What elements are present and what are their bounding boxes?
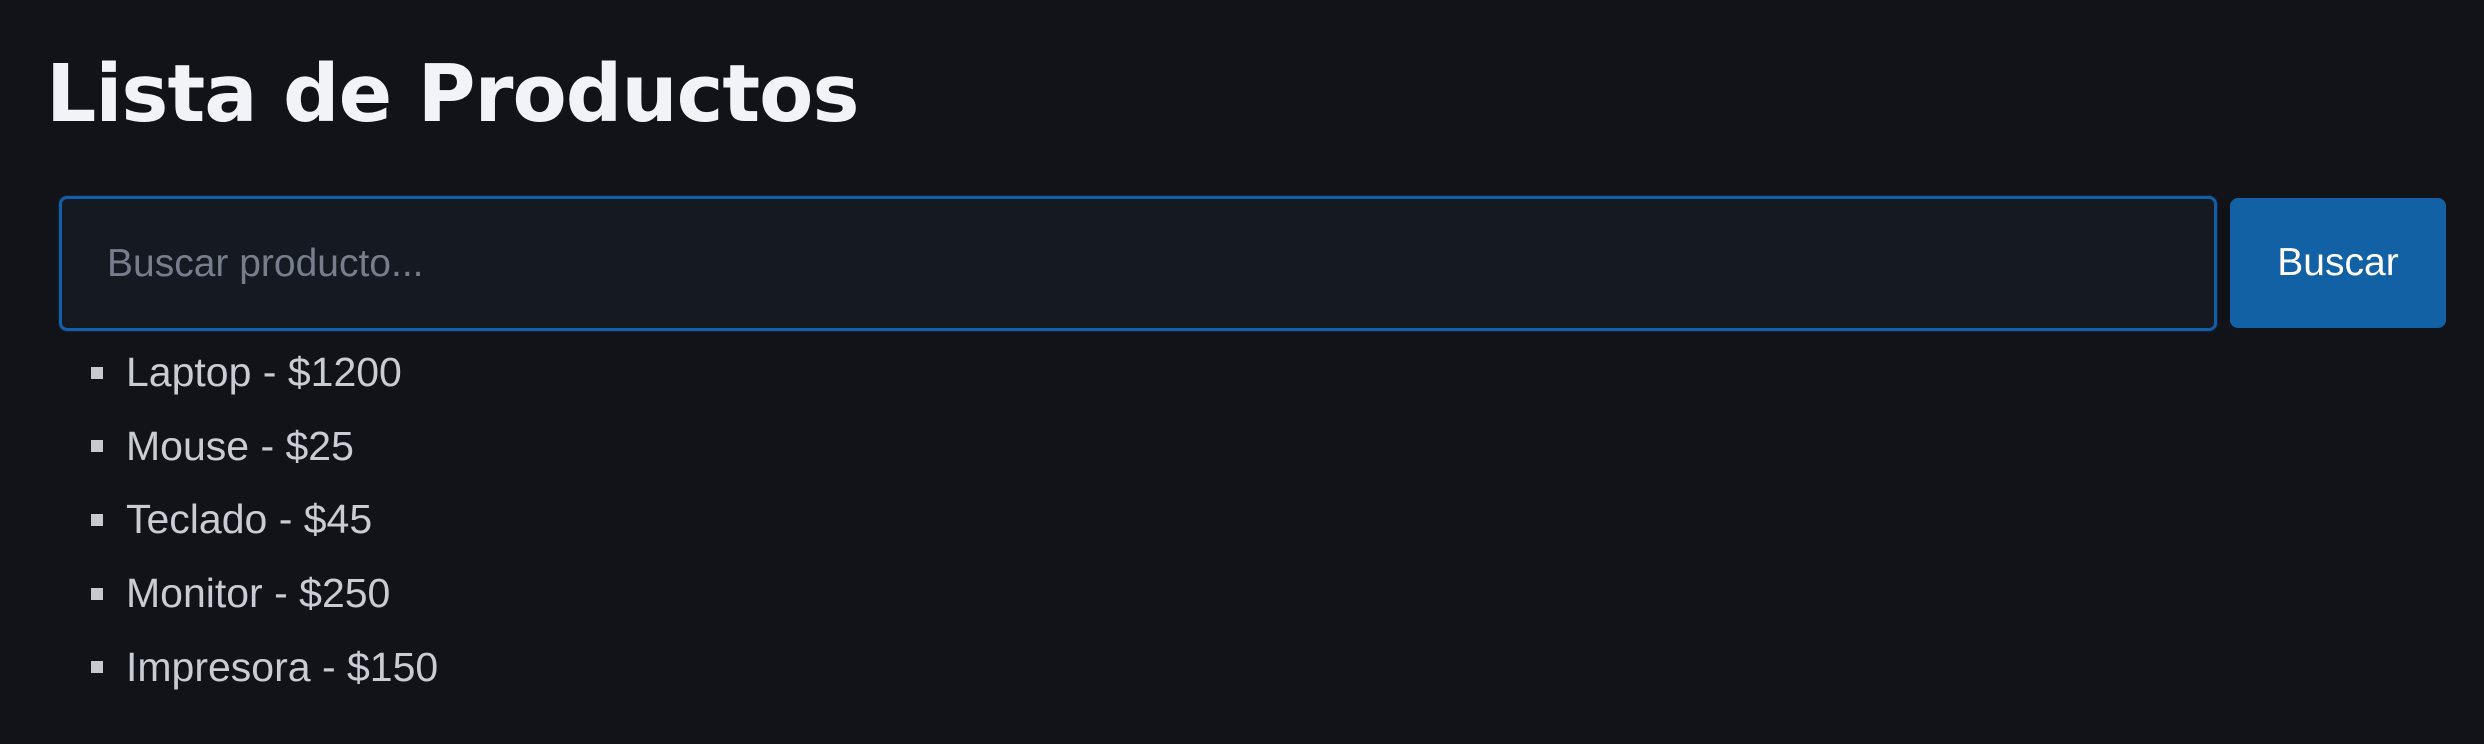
search-button[interactable]: Buscar xyxy=(2230,198,2446,328)
list-item: Laptop - $1200 xyxy=(91,336,438,410)
list-item: Teclado - $45 xyxy=(91,483,438,557)
product-label: Mouse - $25 xyxy=(126,422,354,469)
square-bullet-icon xyxy=(91,440,103,453)
page-title: Lista de Productos xyxy=(46,48,859,140)
square-bullet-icon xyxy=(91,661,103,674)
product-label: Impresora - $150 xyxy=(126,643,439,690)
product-label: Teclado - $45 xyxy=(126,496,373,543)
product-label: Monitor - $250 xyxy=(126,570,391,617)
list-item: Monitor - $250 xyxy=(91,557,438,631)
square-bullet-icon xyxy=(91,513,103,526)
list-item: Impresora - $150 xyxy=(91,630,438,704)
search-bar: Buscar xyxy=(59,196,2446,331)
product-list: Laptop - $1200 Mouse - $25 Teclado - $45… xyxy=(91,336,438,704)
square-bullet-icon xyxy=(91,366,103,379)
list-item: Mouse - $25 xyxy=(91,410,438,484)
square-bullet-icon xyxy=(91,587,103,600)
product-label: Laptop - $1200 xyxy=(126,349,402,396)
search-input[interactable] xyxy=(59,196,2217,331)
